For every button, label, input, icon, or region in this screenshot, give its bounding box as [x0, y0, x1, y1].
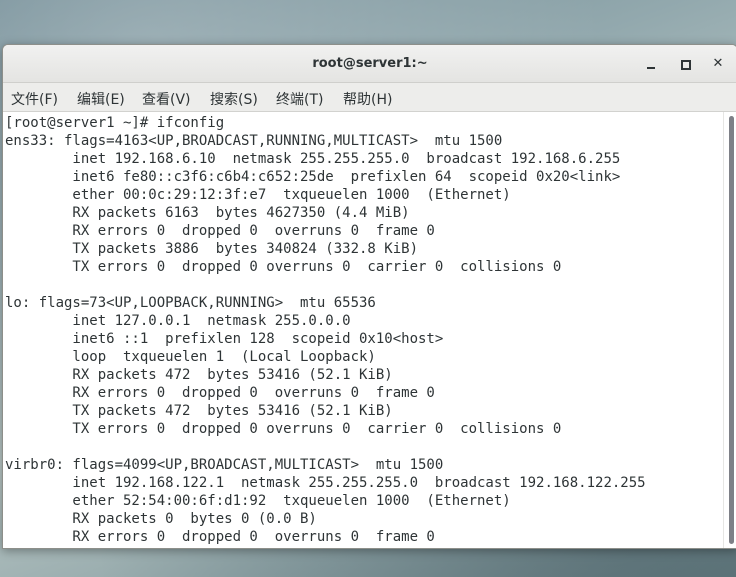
terminal-line: inet6 ::1 prefixlen 128 scopeid 0x10<hos… — [5, 331, 444, 347]
vertical-scrollbar[interactable] — [723, 112, 736, 548]
window-title: root@server1:~ — [312, 56, 428, 71]
terminal-line: TX errors 0 dropped 0 overruns 0 carrier… — [5, 259, 562, 275]
terminal-line: RX errors 0 dropped 0 overruns 0 frame 0 — [5, 223, 435, 239]
minimize-button[interactable] — [640, 53, 662, 75]
terminal-line: TX packets 472 bytes 53416 (52.1 KiB) — [5, 403, 393, 419]
terminal-line: RX packets 6163 bytes 4627350 (4.4 MiB) — [5, 205, 410, 221]
menu-edit[interactable]: 编辑(E) — [77, 89, 125, 109]
terminal-line: virbr0: flags=4099<UP,BROADCAST,MULTICAS… — [5, 457, 444, 473]
terminal-output[interactable]: [root@server1 ~]# ifconfig ens33: flags=… — [3, 112, 723, 548]
menu-help[interactable]: 帮助(H) — [343, 89, 392, 109]
terminal-line: TX errors 0 dropped 0 overruns 0 carrier… — [5, 421, 562, 437]
minimize-icon — [647, 67, 655, 69]
prompt-line: [root@server1 ~]# ifconfig — [5, 115, 225, 131]
menu-terminal[interactable]: 终端(T) — [276, 89, 323, 109]
terminal-line: RX packets 0 bytes 0 (0.0 B) — [5, 511, 317, 527]
terminal-line: RX packets 472 bytes 53416 (52.1 KiB) — [5, 367, 393, 383]
close-button[interactable]: ✕ — [707, 53, 729, 75]
terminal-line: loop txqueuelen 1 (Local Loopback) — [5, 349, 376, 365]
scrollbar-thumb[interactable] — [729, 116, 734, 544]
terminal-line: RX errors 0 dropped 0 overruns 0 frame 0 — [5, 529, 435, 545]
terminal-line: RX errors 0 dropped 0 overruns 0 frame 0 — [5, 385, 435, 401]
terminal-line: lo: flags=73<UP,LOOPBACK,RUNNING> mtu 65… — [5, 295, 376, 311]
maximize-icon — [681, 60, 691, 70]
terminal-window: root@server1:~ ✕ 文件(F) 编辑(E) 查看(V) 搜索(S)… — [2, 44, 736, 549]
terminal-line: inet6 fe80::c3f6:c6b4:c652:25de prefixle… — [5, 169, 621, 185]
terminal-line: ether 00:0c:29:12:3f:e7 txqueuelen 1000 … — [5, 187, 511, 203]
title-bar[interactable]: root@server1:~ ✕ — [3, 45, 736, 83]
close-icon: ✕ — [712, 56, 724, 71]
terminal-line: TX packets 3886 bytes 340824 (332.8 KiB) — [5, 241, 419, 257]
menu-view[interactable]: 查看(V) — [142, 89, 191, 109]
terminal-line: inet 127.0.0.1 netmask 255.0.0.0 — [5, 313, 351, 329]
menu-search[interactable]: 搜索(S) — [210, 89, 258, 109]
menu-bar: 文件(F) 编辑(E) 查看(V) 搜索(S) 终端(T) 帮助(H) — [3, 83, 736, 112]
terminal-line: inet 192.168.122.1 netmask 255.255.255.0… — [5, 475, 646, 491]
terminal-line: inet 192.168.6.10 netmask 255.255.255.0 … — [5, 151, 621, 167]
terminal-line: ether 52:54:00:6f:d1:92 txqueuelen 1000 … — [5, 493, 511, 509]
maximize-button[interactable] — [674, 53, 696, 75]
menu-file[interactable]: 文件(F) — [11, 89, 58, 109]
terminal-line: ens33: flags=4163<UP,BROADCAST,RUNNING,M… — [5, 133, 503, 149]
